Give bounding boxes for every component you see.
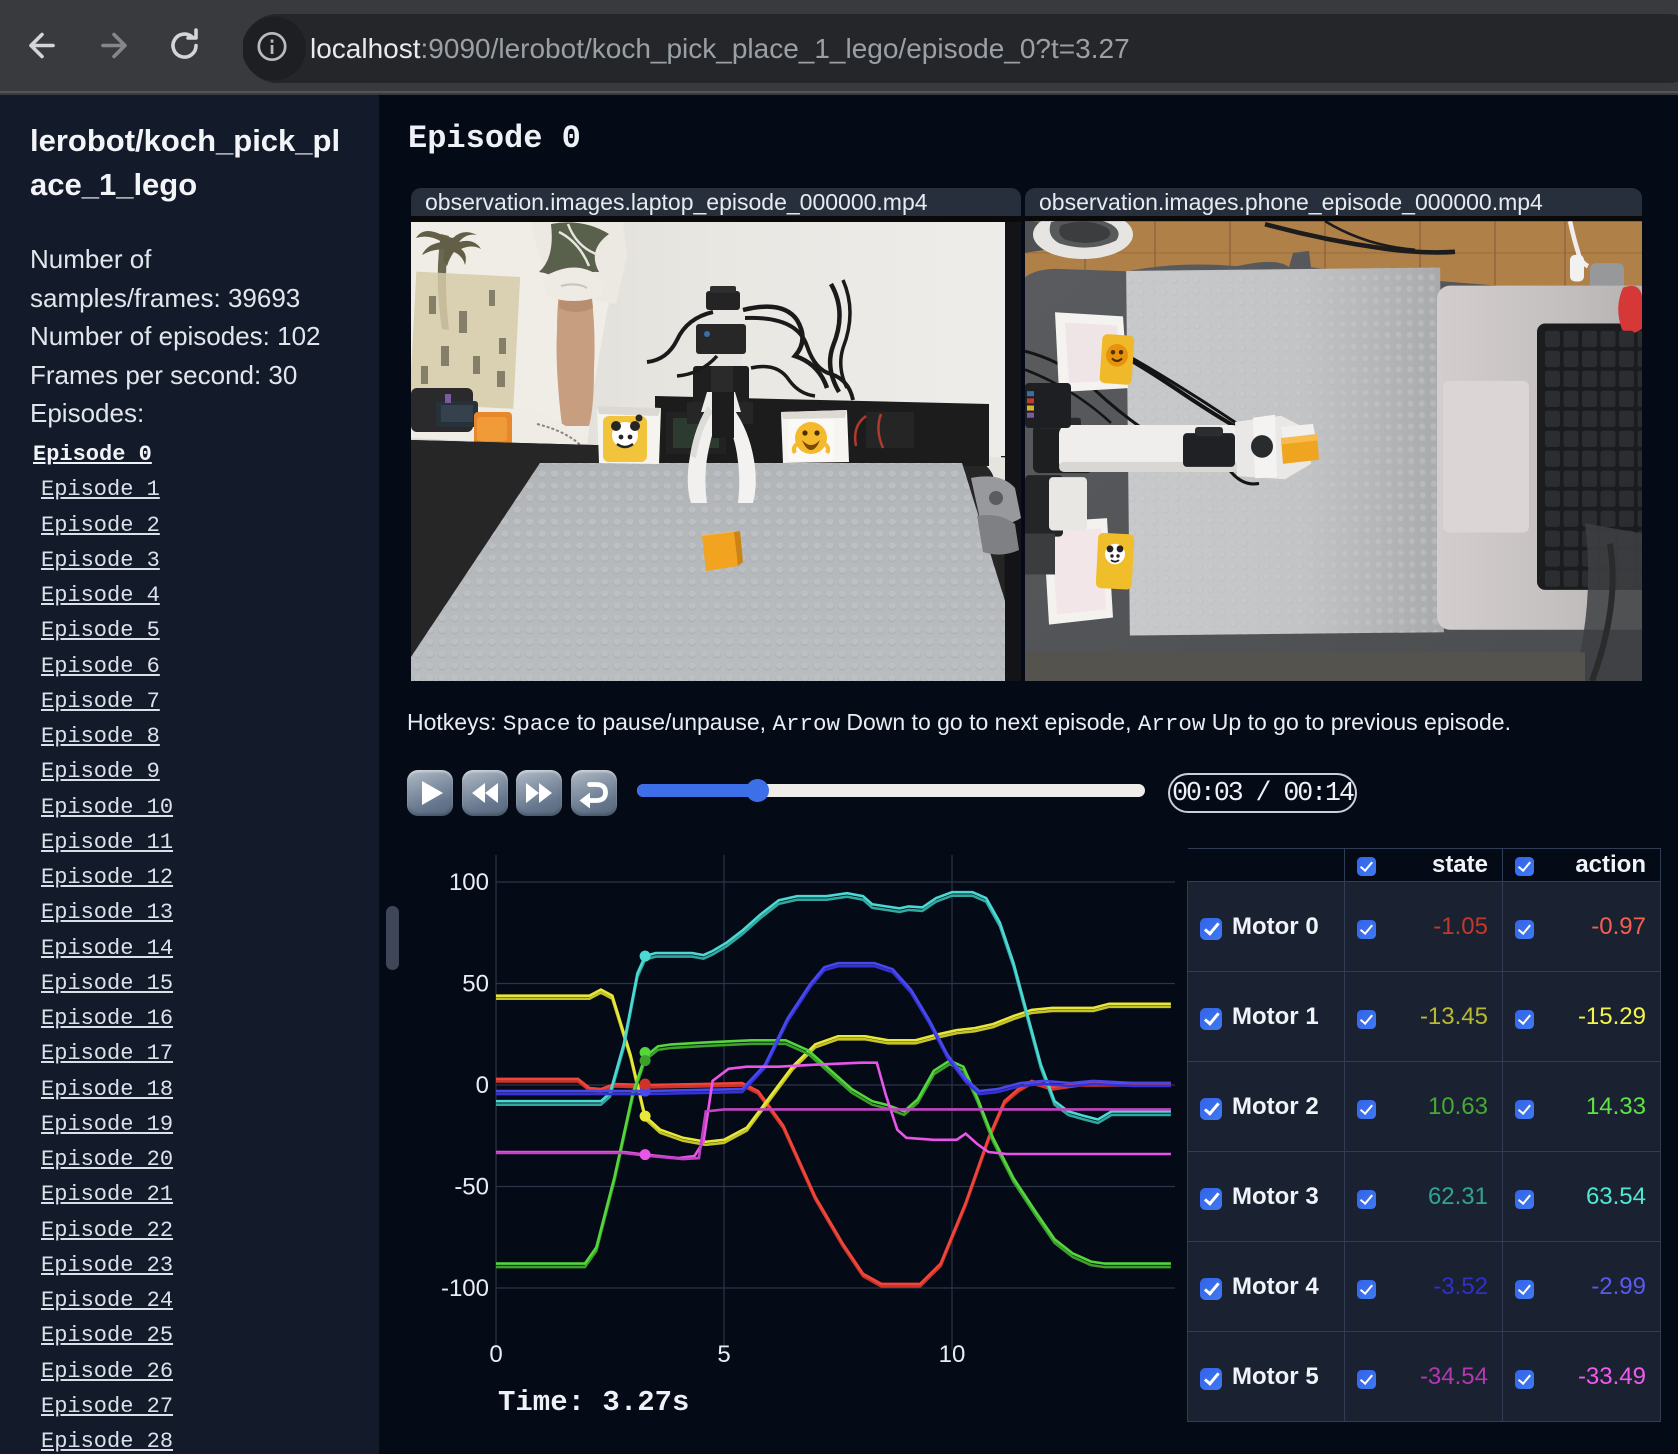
svg-text:-50: -50	[454, 1174, 489, 1201]
svg-text:100: 100	[449, 869, 489, 896]
svg-text:0: 0	[489, 1341, 502, 1368]
svg-text:0: 0	[476, 1072, 489, 1099]
svg-text:10: 10	[939, 1341, 966, 1368]
svg-text:Time: 3.27s: Time: 3.27s	[498, 1386, 689, 1419]
svg-text:5: 5	[717, 1341, 730, 1368]
svg-text:50: 50	[462, 971, 489, 998]
svg-text:-100: -100	[441, 1275, 489, 1302]
